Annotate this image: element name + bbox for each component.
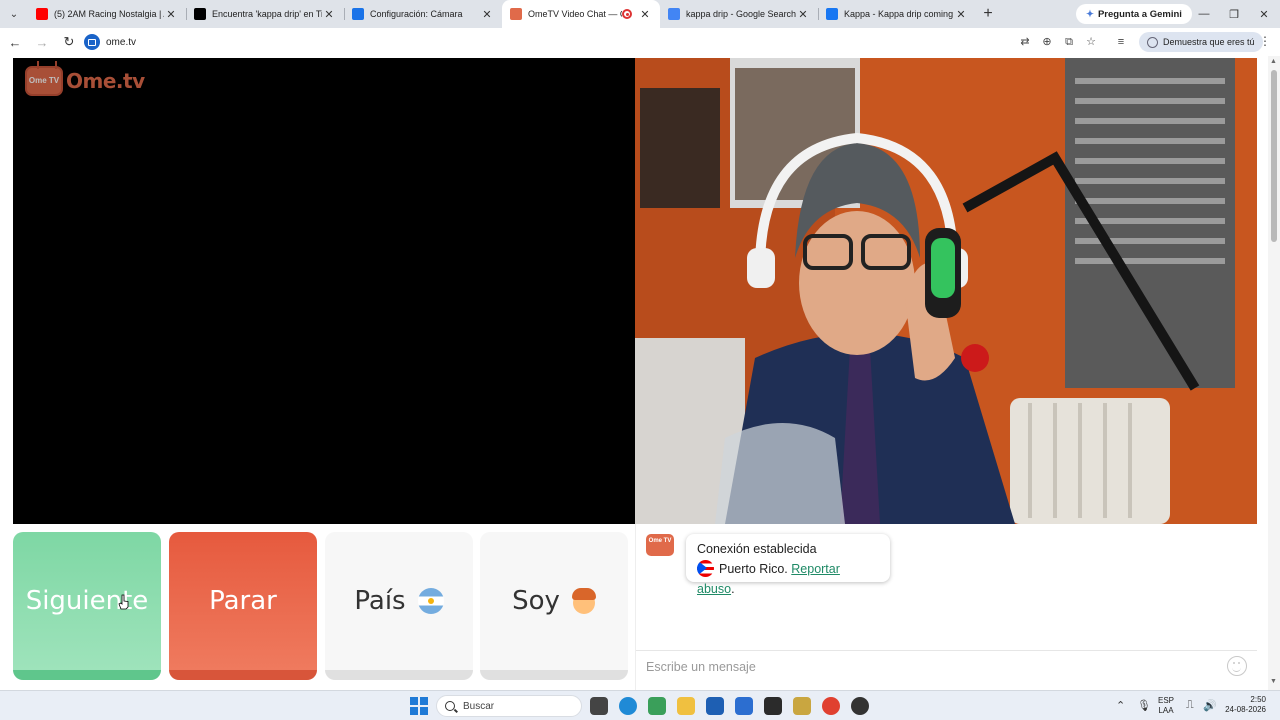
back-arrow-icon[interactable]: ←: [3, 30, 27, 54]
ometv-chat-logo: Ome TV: [646, 534, 674, 556]
install-app-icon[interactable]: ⧉: [1060, 34, 1078, 50]
show-hidden-icons[interactable]: ⌃: [1116, 699, 1125, 712]
browser-tab[interactable]: Kappa - Kappa drip coming al ✕: [818, 0, 976, 28]
obs-icon[interactable]: [851, 697, 869, 715]
chrome-icon[interactable]: [822, 697, 840, 715]
browser-tab[interactable]: (5) 2AM Racing Nostalgia | Atm✕: [28, 0, 186, 28]
browser-toolbar: ← → ↻ ome.tv ⇄ ⊕ ⧉ ☆ ≡ Demuestra que ere…: [0, 28, 1280, 56]
stop-button[interactable]: Parar: [169, 532, 317, 680]
zoom-icon[interactable]: ⊕: [1038, 34, 1056, 50]
system-message-bubble: Conexión establecida Puerto Rico. Report…: [686, 534, 890, 596]
page-scrollbar[interactable]: ▲ ▼: [1268, 56, 1280, 690]
mail-icon[interactable]: [735, 697, 753, 715]
facebook-icon: [826, 8, 838, 20]
browser-tab[interactable]: kappa drip - Google Search ✕: [660, 0, 818, 28]
notes-icon[interactable]: [764, 697, 782, 715]
stranger-video: Ome TV Ome.tv: [13, 58, 635, 524]
edge-icon[interactable]: [619, 697, 637, 715]
boy-face-icon: [571, 588, 596, 614]
google-icon: [668, 8, 680, 20]
next-button[interactable]: Siguiente: [13, 532, 161, 680]
close-tab-icon[interactable]: ✕: [954, 8, 968, 21]
search-icon: [445, 701, 455, 711]
tab-title: Configuración: Cámara: [370, 9, 463, 19]
browser-tab[interactable]: Configuración: Cámara ✕: [344, 0, 502, 28]
youtube-icon: [36, 8, 48, 20]
forward-arrow-icon[interactable]: →: [30, 30, 54, 54]
chat-panel: Ome TV Conexión establecida Puerto Rico.…: [635, 524, 1257, 690]
message-input-area: [636, 650, 1257, 682]
profile-button[interactable]: Demuestra que eres tú: [1139, 32, 1263, 52]
tab-title: OmeTV Video Chat — Ome: [528, 9, 622, 19]
partner-country-line: Puerto Rico. Reportar abuso.: [697, 560, 840, 596]
puerto-rico-flag-icon: [697, 560, 714, 577]
profile-icon: [1147, 36, 1158, 48]
webcam-scene: [635, 58, 1257, 524]
scroll-up-icon[interactable]: ▲: [1270, 58, 1277, 65]
emoji-icon[interactable]: [1227, 656, 1247, 676]
tab-search-chevron-icon[interactable]: ⌄: [0, 0, 28, 28]
network-icon[interactable]: ⎍: [1186, 699, 1194, 712]
app-icon[interactable]: [648, 697, 666, 715]
tab-title: Encuentra 'kappa drip' en TikTo: [212, 9, 322, 19]
tab-title: kappa drip - Google Search: [686, 9, 796, 19]
tab-title: Kappa - Kappa drip coming al: [844, 9, 954, 19]
close-tab-icon[interactable]: ✕: [796, 8, 810, 21]
close-tab-icon[interactable]: ✕: [164, 8, 178, 21]
ask-gemini-button[interactable]: ✦ Pregunta a Gemini: [1076, 4, 1192, 24]
address-bar[interactable]: ome.tv: [80, 31, 1130, 53]
ometv-logo: Ome TV Ome.tv: [25, 66, 145, 96]
browser-menu-icon[interactable]: ⋮: [1259, 34, 1271, 48]
gear-icon: [352, 8, 364, 20]
language-indicator[interactable]: ESP LAA: [1158, 696, 1174, 716]
scroll-down-icon[interactable]: ▼: [1270, 678, 1277, 685]
browser-tab[interactable]: Encuentra 'kappa drip' en TikTo✕: [186, 0, 344, 28]
store-icon[interactable]: [706, 697, 724, 715]
translate-icon[interactable]: ⇄: [1016, 34, 1034, 50]
windows-start-icon[interactable]: [410, 697, 428, 715]
clock[interactable]: 2:50 24-08-2026: [1222, 695, 1266, 715]
site-info-icon[interactable]: [84, 34, 100, 50]
connection-status: Conexión establecida: [697, 542, 817, 556]
restore-button[interactable]: ❐: [1218, 0, 1250, 28]
windows-taskbar: Buscar ⌃ 🎙 ESP LAA ⎍ 🔊 2:50 24-08-2026: [0, 690, 1280, 720]
reload-icon[interactable]: ↻: [57, 30, 81, 54]
gemini-star-icon: ✦: [1086, 8, 1094, 20]
country-button[interactable]: País: [325, 532, 473, 680]
close-tab-icon[interactable]: ✕: [322, 8, 336, 21]
file-explorer-icon[interactable]: [677, 697, 695, 715]
argentina-flag-icon: [417, 588, 444, 614]
microphone-icon[interactable]: 🎙: [1137, 699, 1151, 712]
recording-indicator-icon: [622, 9, 632, 19]
close-tab-icon[interactable]: ✕: [638, 8, 652, 21]
page-content: Ome TV Ome.tv Siguiente Parar País Soy O…: [0, 56, 1280, 690]
minimize-button[interactable]: —: [1188, 0, 1220, 28]
taskbar-search[interactable]: Buscar: [436, 695, 582, 717]
new-tab-button[interactable]: +: [976, 5, 1000, 23]
bookmark-star-icon[interactable]: ☆: [1082, 34, 1100, 50]
ometv-icon: [510, 8, 522, 20]
address-text: ome.tv: [106, 36, 137, 48]
tiktok-icon: [194, 8, 206, 20]
close-window-button[interactable]: ✕: [1248, 0, 1280, 28]
scrollbar-thumb[interactable]: [1271, 70, 1277, 242]
tv-logo-icon: Ome TV: [25, 66, 63, 96]
tab-title: (5) 2AM Racing Nostalgia | Atm: [54, 9, 164, 19]
browser-tab[interactable]: OmeTV Video Chat — Ome ✕: [502, 0, 660, 28]
tab-strip: ⌄ (5) 2AM Racing Nostalgia | Atm✕Encuent…: [0, 0, 1280, 28]
pen-icon[interactable]: [793, 697, 811, 715]
reading-list-icon[interactable]: ≡: [1112, 34, 1130, 50]
hand-cursor-icon: [118, 594, 129, 610]
self-camera-video: [635, 58, 1257, 524]
message-input[interactable]: [646, 659, 1206, 674]
task-view-icon[interactable]: [590, 697, 608, 715]
gender-button[interactable]: Soy: [480, 532, 628, 680]
volume-icon[interactable]: 🔊: [1203, 699, 1217, 712]
close-tab-icon[interactable]: ✕: [480, 8, 494, 21]
